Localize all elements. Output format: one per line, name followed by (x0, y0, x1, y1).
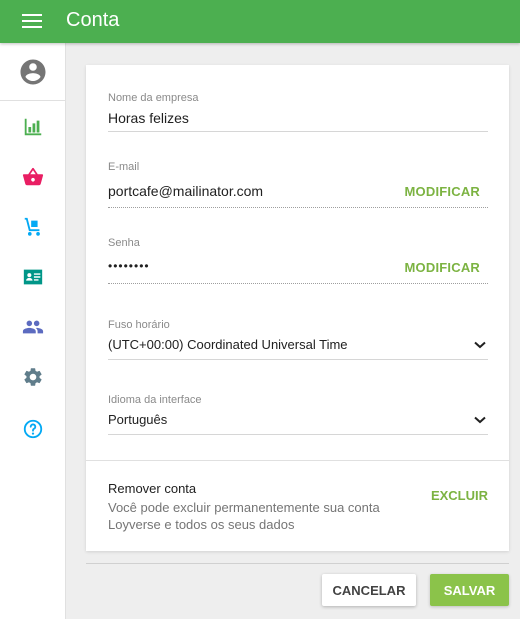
divider (86, 460, 509, 461)
cancel-button[interactable]: CANCELAR (322, 574, 416, 606)
remove-account-title: Remover conta (108, 481, 197, 496)
chevron-down-icon (474, 416, 486, 424)
id-card-icon (23, 269, 43, 285)
help-icon (23, 419, 43, 439)
password-value: •••••••• (108, 259, 150, 273)
account-circle-icon (20, 59, 46, 84)
sidebar-item-settings[interactable] (0, 359, 66, 395)
sidebar (0, 43, 66, 619)
company-name-label: Nome da empresa (108, 92, 199, 104)
footer-divider (86, 563, 509, 564)
timezone-select[interactable]: Fuso horário (UTC+00:00) Coordinated Uni… (108, 319, 488, 361)
password-label: Senha (108, 237, 140, 249)
save-button[interactable]: SALVAR (430, 574, 509, 606)
sidebar-item-employees[interactable] (0, 259, 66, 295)
timezone-label: Fuso horário (108, 319, 170, 331)
sidebar-item-account[interactable] (0, 43, 66, 101)
language-label: Idioma da interface (108, 394, 202, 406)
sidebar-item-reports[interactable] (0, 109, 66, 145)
password-field: Senha •••••••• MODIFICAR (108, 237, 488, 285)
remove-account-description: Você pode excluir permanentemente sua co… (108, 500, 380, 532)
email-modify-button[interactable]: MODIFICAR (405, 184, 480, 199)
language-value: Português (108, 412, 168, 427)
language-select[interactable]: Idioma da interface Português (108, 394, 488, 436)
people-icon (22, 320, 44, 334)
email-label: E-mail (108, 161, 140, 173)
app-bar: Conta (0, 0, 520, 43)
basket-icon (22, 167, 44, 186)
timezone-underline (108, 359, 488, 360)
password-modify-button[interactable]: MODIFICAR (405, 260, 480, 275)
sidebar-item-items[interactable] (0, 159, 66, 195)
email-underline (108, 207, 488, 208)
page-title: Conta (66, 9, 120, 31)
company-name-input[interactable]: Horas felizes (108, 110, 189, 126)
chevron-down-icon (474, 341, 486, 349)
delete-account-button[interactable]: EXCLUIR (431, 488, 488, 503)
timezone-value: (UTC+00:00) Coordinated Universal Time (108, 337, 348, 352)
email-value: portcafe@mailinator.com (108, 183, 264, 199)
company-name-field[interactable]: Nome da empresa Horas felizes (108, 92, 488, 132)
menu-icon[interactable] (22, 14, 42, 30)
sidebar-item-customers[interactable] (0, 309, 66, 345)
language-underline (108, 434, 488, 435)
sidebar-item-inventory[interactable] (0, 209, 66, 245)
password-underline (108, 283, 488, 284)
gear-icon (24, 368, 42, 386)
account-card: Nome da empresa Horas felizes E-mail por… (86, 65, 509, 551)
hand-truck-icon (24, 217, 40, 236)
company-name-underline (108, 131, 488, 132)
bar-chart-icon (24, 118, 42, 136)
sidebar-item-help[interactable] (0, 411, 66, 447)
email-field: E-mail portcafe@mailinator.com MODIFICAR (108, 161, 488, 209)
